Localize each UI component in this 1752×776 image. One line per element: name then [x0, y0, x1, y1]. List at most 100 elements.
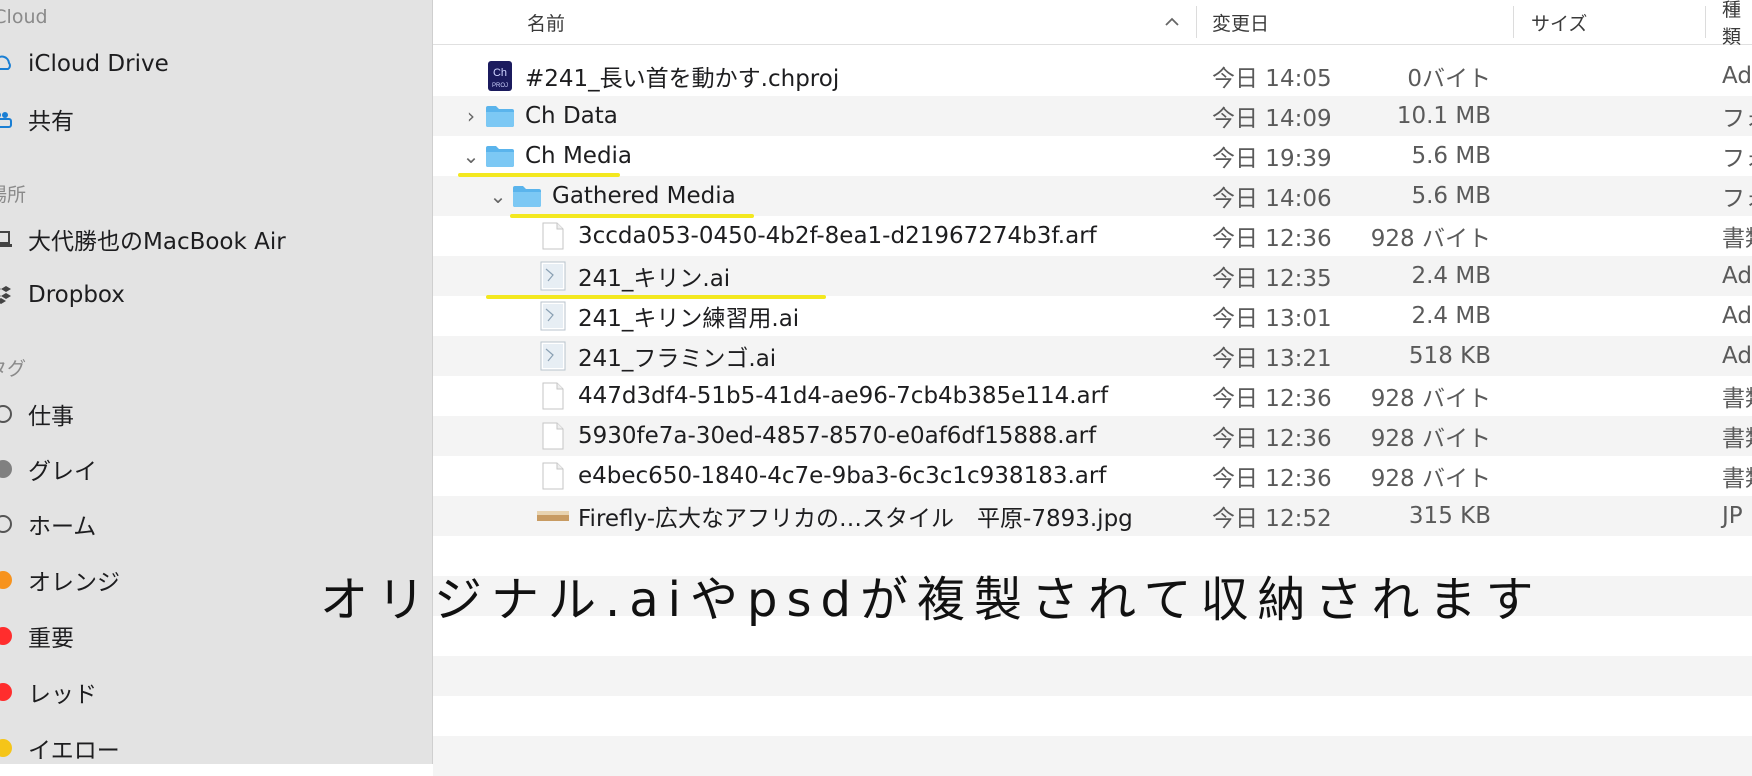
file-date-cell: 今日 12:36: [1212, 466, 1332, 492]
file-row[interactable]: 241_フラミンゴ.ai 今日 13:21 518 KB Ad: [433, 336, 1752, 376]
tag-color-icon: [0, 571, 28, 589]
sidebar-item-icloud-drive[interactable]: iCloud Drive: [0, 40, 169, 88]
sidebar-tag-item[interactable]: オレンジ: [0, 556, 120, 604]
file-kind-cell: 書類: [1722, 226, 1752, 252]
column-divider[interactable]: [1513, 6, 1514, 38]
column-label: 名前: [527, 12, 566, 35]
highlight-underline: [458, 173, 620, 177]
sidebar-tag-label: イエロー: [28, 738, 120, 764]
highlight-underline: [486, 295, 826, 299]
file-row[interactable]: ⌄ Ch Media 今日 19:39 5.6 MB フォ: [433, 136, 1752, 176]
file-kind-cell: 書類: [1722, 386, 1752, 412]
file-row[interactable]: 241_キリン練習用.ai 今日 13:01 2.4 MB Ad: [433, 296, 1752, 336]
sidebar-section-tags: タグ: [0, 358, 27, 380]
file-row[interactable]: Firefly-広大なアフリカの…スタイル 平原-7893.jpg 今日 12:5…: [433, 496, 1752, 536]
sidebar-tag-item[interactable]: 重要: [0, 612, 74, 660]
ai-file-icon: [536, 260, 570, 292]
file-row[interactable]: e4bec650-1840-4c7e-9ba3-6c3c1c938183.arf…: [433, 456, 1752, 496]
column-size-header[interactable]: サイズ: [1531, 0, 1587, 44]
laptop-icon: [0, 229, 28, 249]
sidebar-tag-label: オレンジ: [28, 570, 120, 596]
tag-dot-icon: [0, 627, 12, 645]
file-name-label: 241_フラミンゴ.ai: [578, 346, 777, 372]
file-name-label: 241_キリン練習用.ai: [578, 306, 800, 332]
tag-color-icon: [0, 405, 28, 423]
sidebar-tag-item[interactable]: イエロー: [0, 724, 120, 764]
sidebar-section-locations: 場所: [0, 184, 27, 206]
sidebar-tag-item[interactable]: レッド: [0, 668, 97, 716]
file-name-cell: e4bec650-1840-4c7e-9ba3-6c3c1c938183.arf: [512, 456, 1106, 496]
file-row[interactable]: Ch PROJ #241_長い首を動かす.chproj 今日 14:05 0バイト Ad: [433, 56, 1752, 96]
file-name-cell: 241_キリン.ai: [512, 256, 730, 296]
file-size-cell: 2.4 MB: [1411, 303, 1491, 329]
file-row[interactable]: 447d3df4-51b5-41d4-ae96-7cb4b385e114.arf…: [433, 376, 1752, 416]
sidebar-item-macbook[interactable]: 大代勝也のMacBook Air: [0, 215, 286, 263]
file-date-cell: 今日 12:52: [1212, 506, 1332, 532]
column-divider[interactable]: [1196, 6, 1197, 38]
disclosure-collapsed-icon[interactable]: ›: [459, 104, 483, 128]
sidebar-tag-label: 重要: [28, 626, 74, 652]
file-date-cell: 今日 12:36: [1212, 426, 1332, 452]
tag-dot-icon: [0, 571, 12, 589]
file-date-cell: 今日 14:06: [1212, 186, 1332, 212]
sidebar-tag-item[interactable]: グレイ: [0, 445, 97, 493]
file-row[interactable]: ⌄ Gathered Media 今日 14:06 5.6 MB フォ: [433, 176, 1752, 216]
chproj-icon: Ch PROJ: [483, 60, 517, 92]
sidebar-item-label: 大代勝也のMacBook Air: [28, 229, 286, 255]
sort-chevron-up-icon[interactable]: [1164, 0, 1180, 44]
sidebar-item-dropbox[interactable]: Dropbox: [0, 271, 125, 319]
file-kind-cell: JP: [1722, 503, 1743, 529]
sidebar-section-icloud: iCloud: [0, 6, 48, 28]
tag-dot-icon: [0, 460, 12, 478]
empty-row: [433, 656, 1752, 696]
folder-icon: [483, 140, 517, 172]
sidebar-item-shared[interactable]: 共有: [0, 95, 74, 143]
file-size-cell: 928 バイト: [1370, 466, 1491, 492]
file-kind-cell: フォ: [1722, 186, 1752, 212]
folder-icon: [510, 180, 544, 212]
column-date-header[interactable]: 変更日: [1212, 0, 1269, 44]
disclosure-expanded-icon[interactable]: ⌄: [459, 144, 483, 168]
file-kind-cell: 書類: [1722, 426, 1752, 452]
file-name-label: e4bec650-1840-4c7e-9ba3-6c3c1c938183.arf: [578, 463, 1107, 489]
file-name-label: 447d3df4-51b5-41d4-ae96-7cb4b385e114.arf: [578, 383, 1109, 409]
file-date-cell: 今日 13:21: [1212, 346, 1332, 372]
column-label: 変更日: [1212, 12, 1270, 35]
file-kind-cell: Ad: [1722, 343, 1752, 369]
tag-dot-icon: [0, 683, 12, 701]
ai-file-icon: [536, 340, 570, 372]
file-row[interactable]: › Ch Data 今日 14:09 10.1 MB フォ: [433, 96, 1752, 136]
svg-text:Ch: Ch: [493, 67, 507, 79]
file-kind-cell: フォ: [1722, 106, 1752, 132]
file-row[interactable]: 5930fe7a-30ed-4857-8570-e0af6df15888.arf…: [433, 416, 1752, 456]
file-row[interactable]: 3ccda053-0450-4b2f-8ea1-d21967274b3f.arf…: [433, 216, 1752, 256]
file-kind-cell: Ad: [1722, 263, 1752, 289]
file-kind-cell: Ad: [1722, 303, 1752, 329]
sidebar-tag-label: 仕事: [28, 404, 74, 430]
column-name-header[interactable]: 名前: [527, 0, 565, 44]
sidebar-item-label: 共有: [28, 109, 74, 135]
dropbox-icon: [0, 284, 28, 306]
file-size-cell: 518 KB: [1408, 343, 1491, 369]
file-date-cell: 今日 14:05: [1212, 66, 1332, 92]
file-size-cell: 0バイト: [1407, 66, 1491, 92]
file-kind-cell: フォ: [1722, 146, 1752, 172]
file-date-cell: 今日 12:35: [1212, 266, 1332, 292]
column-label: 種類: [1722, 0, 1742, 48]
column-kind-header[interactable]: 種類: [1722, 0, 1752, 48]
sidebar-item-label: Dropbox: [28, 282, 125, 308]
file-name-label: Firefly-広大なアフリカの…スタイル 平原-7893.jpg: [578, 506, 1133, 532]
overlay-caption: オリジナル.aiやpsdが複製されて収納されます: [320, 572, 1543, 628]
file-row[interactable]: 241_キリン.ai 今日 12:35 2.4 MB Ad: [433, 256, 1752, 296]
file-name-label: 5930fe7a-30ed-4857-8570-e0af6df15888.arf: [578, 423, 1097, 449]
file-name-label: #241_長い首を動かす.chproj: [525, 66, 840, 92]
column-divider[interactable]: [1705, 6, 1706, 38]
sidebar-tag-item[interactable]: 仕事: [0, 390, 74, 438]
disclosure-expanded-icon[interactable]: ⌄: [486, 184, 510, 208]
document-icon: [536, 460, 570, 492]
sidebar-tag-item[interactable]: ホーム: [0, 500, 96, 548]
sidebar-tag-label: レッド: [28, 682, 97, 708]
tag-color-icon: [0, 627, 28, 645]
file-name-cell: 241_キリン練習用.ai: [512, 296, 799, 336]
tag-color-icon: [0, 683, 28, 701]
